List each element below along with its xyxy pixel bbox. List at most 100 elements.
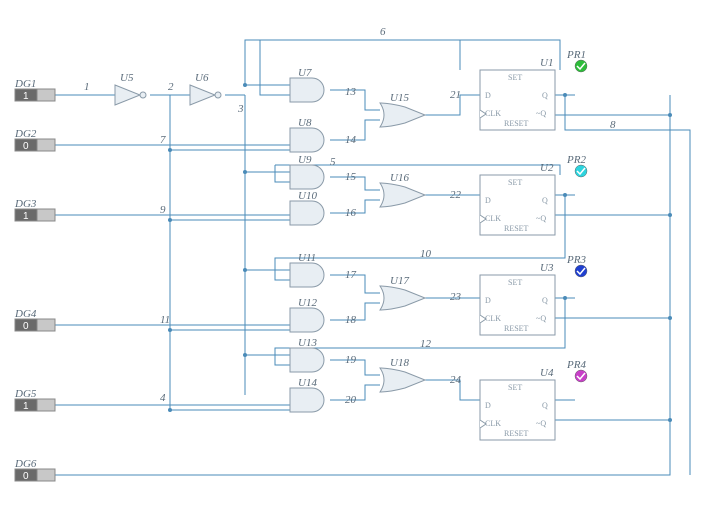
input-DG6[interactable]: DG60 xyxy=(14,458,55,482)
and-U12: U12 xyxy=(290,297,324,332)
probe-icon xyxy=(575,370,587,382)
probe-icon xyxy=(575,265,587,277)
svg-text:D: D xyxy=(485,196,491,205)
and-U7: U7 xyxy=(290,67,324,102)
svg-text:PR3: PR3 xyxy=(566,254,586,266)
svg-text:~Q: ~Q xyxy=(536,214,546,223)
svg-text:Q: Q xyxy=(542,91,548,100)
input-value: 0 xyxy=(23,141,29,152)
probe-PR1: PR1 xyxy=(566,49,587,72)
svg-text:SET: SET xyxy=(508,73,522,82)
svg-text:U9: U9 xyxy=(298,154,312,166)
input-value: 1 xyxy=(23,211,29,222)
inverter-U6: U6 xyxy=(190,72,221,105)
svg-text:CLK: CLK xyxy=(485,109,501,118)
input-label: DG6 xyxy=(14,458,37,470)
net-label: 13 xyxy=(345,86,357,98)
svg-text:U12: U12 xyxy=(298,297,317,309)
svg-text:U10: U10 xyxy=(298,190,317,202)
probe-PR4: PR4 xyxy=(566,359,587,382)
input-value: 1 xyxy=(23,91,29,102)
net-label: 3 xyxy=(237,103,244,115)
dff-U1: U1SETDQCLK~QRESET xyxy=(480,57,555,130)
input-value: 0 xyxy=(23,321,29,332)
or-U15: U15 xyxy=(380,92,425,127)
and-U8: U8 xyxy=(290,117,324,152)
input-value: 1 xyxy=(23,401,29,412)
svg-text:~Q: ~Q xyxy=(536,109,546,118)
svg-text:RESET: RESET xyxy=(504,324,529,333)
svg-text:U1: U1 xyxy=(540,57,553,69)
svg-text:U17: U17 xyxy=(390,275,409,287)
svg-text:SET: SET xyxy=(508,178,522,187)
inputs: DG11DG20DG31DG40DG51DG60 xyxy=(14,78,55,482)
svg-text:CLK: CLK xyxy=(485,314,501,323)
svg-text:SET: SET xyxy=(508,278,522,287)
net-label: 4 xyxy=(160,392,166,404)
svg-text:CLK: CLK xyxy=(485,419,501,428)
dff-U2: U2 SET D Q CLK ~Q RESET xyxy=(480,162,555,235)
net-label: 10 xyxy=(420,248,432,260)
net-label: 9 xyxy=(160,204,166,216)
svg-text:U16: U16 xyxy=(390,172,409,184)
svg-text:Q: Q xyxy=(542,196,548,205)
or-U17: U17 xyxy=(380,275,425,310)
svg-text:PR4: PR4 xyxy=(566,359,586,371)
net-label: 18 xyxy=(345,314,357,326)
inverter-U5: U5 xyxy=(115,72,146,105)
net-label: 21 xyxy=(450,89,461,101)
svg-text:U2: U2 xyxy=(540,162,554,174)
net-label: 7 xyxy=(160,134,166,146)
input-DG4[interactable]: DG40 xyxy=(14,308,55,332)
svg-text:U5: U5 xyxy=(120,72,134,84)
input-label: DG4 xyxy=(14,308,37,320)
probe-PR3: PR3 xyxy=(566,254,587,277)
schematic-canvas: DG11DG20DG31DG40DG51DG60 U5U6 U7U8U9U10U… xyxy=(0,0,704,510)
input-DG1[interactable]: DG11 xyxy=(14,78,55,102)
net-label: 19 xyxy=(345,354,357,366)
wires xyxy=(55,40,690,475)
net-label: 12 xyxy=(420,338,432,350)
svg-text:D: D xyxy=(485,401,491,410)
svg-text:Q: Q xyxy=(542,401,548,410)
input-DG3[interactable]: DG31 xyxy=(14,198,55,222)
svg-text:Q: Q xyxy=(542,296,548,305)
svg-text:U8: U8 xyxy=(298,117,312,129)
svg-text:RESET: RESET xyxy=(504,224,529,233)
net-label: 6 xyxy=(380,26,386,38)
svg-text:PR1: PR1 xyxy=(566,49,586,61)
probe-icon xyxy=(575,165,587,177)
net-label: 8 xyxy=(610,119,616,131)
net-label: 16 xyxy=(345,207,357,219)
svg-text:CLK: CLK xyxy=(485,214,501,223)
net-label: 17 xyxy=(345,269,357,281)
net-label: 2 xyxy=(168,81,174,93)
svg-text:RESET: RESET xyxy=(504,119,529,128)
and-U11: U11 xyxy=(290,252,324,287)
and-U14: U14 xyxy=(290,377,324,412)
or-U18: U18 xyxy=(380,357,425,392)
input-DG5[interactable]: DG51 xyxy=(14,388,55,412)
and-U10: U10 xyxy=(290,190,324,225)
dff-U3: U3SETDQCLK~QRESET xyxy=(480,262,555,335)
and-U13: U13 xyxy=(290,337,324,372)
svg-text:U6: U6 xyxy=(195,72,209,84)
input-label: DG5 xyxy=(14,388,37,400)
net-label: 22 xyxy=(450,189,462,201)
svg-text:PR2: PR2 xyxy=(566,154,586,166)
svg-text:D: D xyxy=(485,296,491,305)
net-label: 5 xyxy=(330,156,336,168)
svg-text:~Q: ~Q xyxy=(536,314,546,323)
svg-text:U11: U11 xyxy=(298,252,316,264)
svg-text:RESET: RESET xyxy=(504,429,529,438)
and-U9: U9 xyxy=(290,154,324,189)
net-label: 23 xyxy=(450,291,462,303)
input-label: DG3 xyxy=(14,198,37,210)
input-label: DG2 xyxy=(14,128,37,140)
dff-U4: U4SETDQCLK~QRESET xyxy=(480,367,555,440)
or-U16: U16 xyxy=(380,172,425,207)
svg-text:U13: U13 xyxy=(298,337,317,349)
and-gates: U7 U8 U9 U10 U11 U12 U13 U14 xyxy=(290,67,324,412)
svg-text:U15: U15 xyxy=(390,92,409,104)
input-DG2[interactable]: DG20 xyxy=(14,128,55,152)
